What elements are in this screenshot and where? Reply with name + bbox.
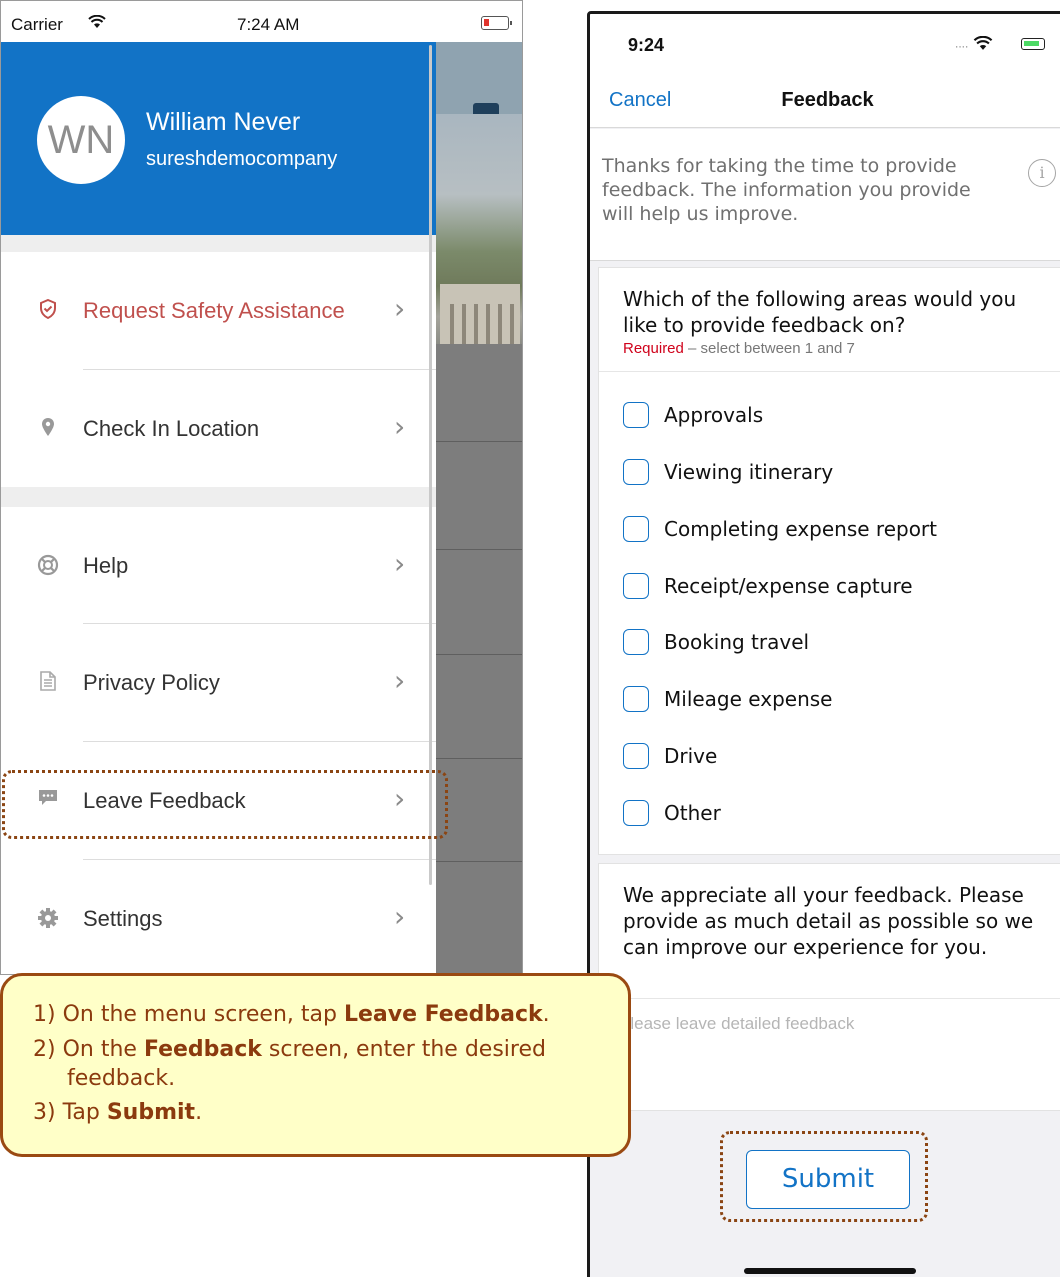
option-booking-travel[interactable]: Booking travel bbox=[623, 625, 1043, 659]
user-name: William Never bbox=[146, 108, 301, 136]
question-text: Which of the following areas would you l… bbox=[623, 287, 1017, 337]
section-gap bbox=[1, 235, 436, 252]
feedback-areas-card: Which of the following areas would you l… bbox=[598, 267, 1060, 855]
status-time: 7:24 AM bbox=[237, 15, 300, 34]
option-label: Approvals bbox=[664, 403, 764, 427]
navigation-bar: Cancel Feedback bbox=[590, 72, 1060, 128]
page-title: Feedback bbox=[781, 89, 874, 111]
checkbox[interactable] bbox=[623, 800, 649, 826]
chevron-right-icon: › bbox=[394, 410, 406, 443]
instruction-step-2-continuation: feedback. bbox=[67, 1066, 176, 1091]
option-label: Other bbox=[664, 801, 721, 825]
option-label: Booking travel bbox=[664, 630, 810, 654]
status-bar: 9:24 .... bbox=[590, 14, 1060, 72]
chevron-right-icon: › bbox=[394, 547, 406, 580]
option-label: Receipt/expense capture bbox=[664, 574, 913, 598]
user-company: sureshdemocompany bbox=[146, 148, 338, 170]
background-city-photo bbox=[436, 114, 522, 344]
chevron-right-icon: › bbox=[394, 292, 406, 325]
home-indicator[interactable] bbox=[744, 1268, 916, 1274]
dimmed-background[interactable] bbox=[436, 1, 522, 974]
gear-icon bbox=[37, 907, 59, 929]
wifi-icon bbox=[974, 35, 993, 50]
status-time: 9:24 bbox=[628, 35, 665, 55]
menu-item-label: Request Safety Assistance bbox=[83, 298, 345, 323]
checkbox[interactable] bbox=[623, 686, 649, 712]
option-approvals[interactable]: Approvals bbox=[623, 398, 1043, 432]
background-status-strip bbox=[436, 1, 522, 42]
feedback-screen: 9:24 .... Cancel Feedback Thanks for tak… bbox=[587, 11, 1060, 1277]
checkbox[interactable] bbox=[623, 402, 649, 428]
menu-item-check-in-location[interactable]: Check In Location › bbox=[1, 370, 436, 487]
menu-item-request-safety-assistance[interactable]: Request Safety Assistance › bbox=[1, 252, 436, 369]
option-label: Viewing itinerary bbox=[664, 460, 834, 484]
option-completing-expense-report[interactable]: Completing expense report bbox=[623, 512, 1043, 546]
divider bbox=[599, 371, 1060, 372]
menu-item-label: Check In Location bbox=[83, 416, 260, 441]
option-viewing-itinerary[interactable]: Viewing itinerary bbox=[623, 455, 1043, 489]
chevron-right-icon: › bbox=[394, 900, 406, 933]
instruction-step-1: 1) On the menu screen, tap Leave Feedbac… bbox=[33, 1002, 550, 1027]
checkbox[interactable] bbox=[623, 629, 649, 655]
instruction-step-3: 3) Tap Submit. bbox=[33, 1100, 203, 1125]
info-icon[interactable]: i bbox=[1028, 159, 1056, 187]
document-icon bbox=[37, 671, 59, 693]
detail-feedback-card: We appreciate all your feedback. Please … bbox=[598, 863, 1060, 1111]
option-receipt-expense-capture[interactable]: Receipt/expense capture bbox=[623, 569, 1043, 603]
required-hint: Required – select between 1 and 7 bbox=[623, 340, 855, 357]
option-drive[interactable]: Drive bbox=[623, 739, 1043, 773]
option-mileage-expense[interactable]: Mileage expense bbox=[623, 682, 1043, 716]
menu-item-label: Settings bbox=[83, 906, 163, 931]
checkbox[interactable] bbox=[623, 573, 649, 599]
leave-feedback-highlight bbox=[2, 770, 448, 839]
option-other[interactable]: Other bbox=[623, 796, 1043, 830]
checkbox[interactable] bbox=[623, 743, 649, 769]
profile-header[interactable]: WN William Never sureshdemocompany bbox=[1, 42, 436, 235]
divider bbox=[599, 998, 1060, 999]
signal-wifi-icons: .... bbox=[955, 32, 993, 53]
hint-text: – select between 1 and 7 bbox=[683, 340, 855, 357]
option-label: Completing expense report bbox=[664, 517, 937, 541]
menu-item-help[interactable]: Help › bbox=[1, 507, 436, 624]
submit-highlight bbox=[720, 1131, 928, 1222]
option-label: Mileage expense bbox=[664, 687, 833, 711]
battery-low-icon bbox=[481, 16, 512, 30]
feedback-textarea[interactable] bbox=[619, 1014, 1049, 1094]
carrier-label: Carrier bbox=[11, 15, 63, 34]
shield-icon bbox=[37, 298, 59, 321]
instruction-callout: 1) On the menu screen, tap Leave Feedbac… bbox=[0, 973, 631, 1157]
background-header bbox=[436, 42, 522, 131]
menu-item-settings[interactable]: Settings › bbox=[1, 860, 436, 974]
status-bar: Carrier 7:24 AM bbox=[1, 1, 436, 42]
chevron-right-icon: › bbox=[394, 664, 406, 697]
scrollbar[interactable] bbox=[429, 45, 432, 885]
wifi-icon bbox=[88, 14, 106, 34]
menu-item-label: Privacy Policy bbox=[83, 670, 220, 695]
location-pin-icon bbox=[37, 417, 59, 439]
signal-icon: .... bbox=[955, 36, 969, 51]
instruction-step-2: 2) On the Feedback screen, enter the des… bbox=[33, 1037, 546, 1062]
checkbox[interactable] bbox=[623, 459, 649, 485]
menu-item-privacy-policy[interactable]: Privacy Policy › bbox=[1, 624, 436, 741]
battery-charging-icon bbox=[1021, 38, 1045, 50]
menu-item-label: Help bbox=[83, 553, 129, 578]
section-gap bbox=[1, 487, 436, 507]
checkbox[interactable] bbox=[623, 516, 649, 542]
intro-text: Thanks for taking the time to provide fe… bbox=[602, 155, 971, 225]
intro-section: Thanks for taking the time to provide fe… bbox=[590, 129, 1060, 261]
lifebuoy-icon bbox=[37, 554, 59, 576]
detail-prompt: We appreciate all your feedback. Please … bbox=[623, 883, 1034, 959]
avatar: WN bbox=[37, 96, 125, 184]
option-label: Drive bbox=[664, 744, 718, 768]
required-label: Required bbox=[623, 340, 684, 357]
